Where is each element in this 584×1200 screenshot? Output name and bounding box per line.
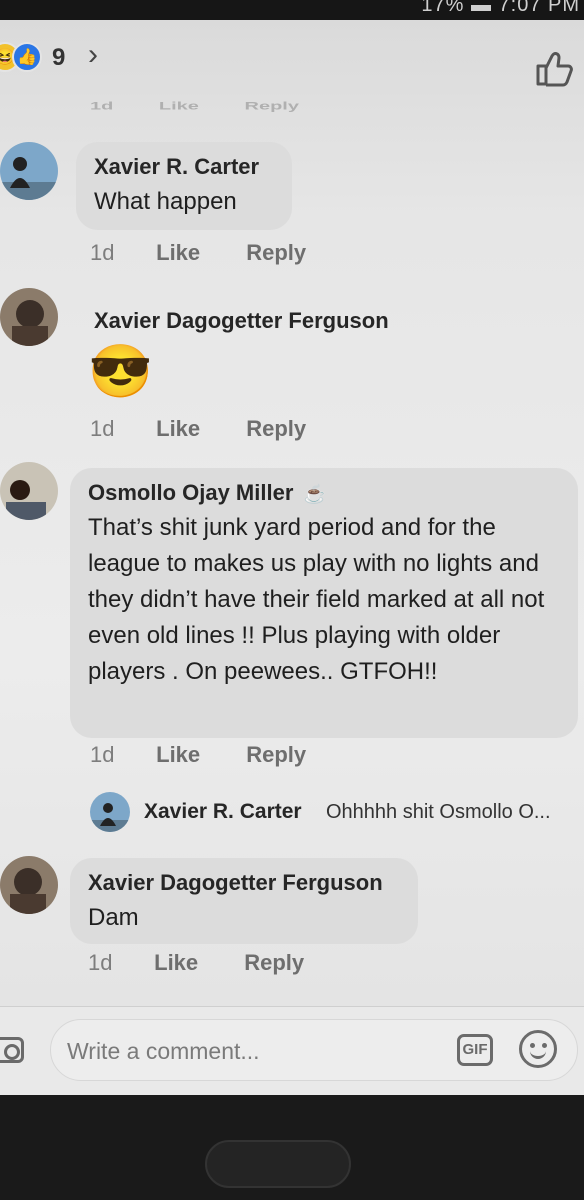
like-button[interactable]: Like [154, 950, 238, 976]
commenter-name[interactable]: Xavier Dagogetter Ferguson [94, 308, 398, 334]
like-button[interactable]: Like [156, 742, 240, 768]
comment-input[interactable]: Write a comment... GIF [50, 1019, 578, 1081]
phone-bezel [0, 1095, 584, 1200]
avatar[interactable] [0, 462, 58, 520]
reply-button[interactable]: Reply [246, 742, 306, 768]
ghost-time: 1d [90, 100, 114, 113]
avatar[interactable] [0, 142, 58, 200]
reactions-bar[interactable]: 😆 👍 9 › [0, 30, 584, 88]
comment-bubble: Osmollo Ojay Miller ☕ That’s shit junk y… [70, 468, 578, 738]
comment-header: Xavier Dagogetter Ferguson [76, 298, 416, 342]
comment-input-placeholder: Write a comment... [67, 1038, 260, 1064]
commenter-name[interactable]: Xavier R. Carter [94, 154, 274, 180]
reaction-count[interactable]: 9 [52, 44, 65, 72]
comment-emoji: 😎 [88, 343, 153, 401]
avatar-image [0, 462, 58, 520]
reply-button[interactable]: Reply [246, 416, 306, 442]
comment-text: Dam [88, 904, 139, 931]
status-text: 17% ▬ 7:07 PM [421, 0, 580, 16]
camera-icon[interactable] [0, 1037, 24, 1063]
reaction-emojis[interactable]: 😆 👍 [0, 42, 42, 72]
commenter-name[interactable]: Osmollo Ojay Miller ☕ [88, 480, 560, 506]
commenter-name[interactable]: Xavier Dagogetter Ferguson [88, 870, 400, 896]
emoji-icon[interactable] [519, 1030, 557, 1068]
reply-author-name: Xavier R. Carter [144, 800, 302, 823]
avatar[interactable] [0, 288, 58, 346]
comment-time: 1d [90, 742, 115, 767]
like-reaction-icon: 👍 [12, 42, 42, 72]
phone-screen: 17% ▬ 7:07 PM 😆 👍 9 › 1d Like Reply Xavi… [0, 0, 584, 1095]
comment-time: 1d [90, 416, 115, 441]
comment-composer: Write a comment... GIF [0, 1006, 584, 1095]
ghost-reply: Reply [244, 100, 299, 113]
comment-actions: 1d Like Reply [90, 240, 306, 266]
gif-button[interactable]: GIF [457, 1034, 493, 1066]
coffee-icon: ☕ [303, 484, 326, 504]
comment-bubble: Xavier Dagogetter Ferguson Dam [70, 858, 418, 944]
avatar-image [90, 792, 130, 832]
like-button[interactable]: Like [156, 416, 240, 442]
comment-actions: 1d Like Reply [90, 416, 306, 442]
home-button [205, 1140, 351, 1188]
chevron-right-icon[interactable]: › [88, 38, 98, 72]
avatar[interactable] [0, 856, 58, 914]
comment-text: That’s shit junk yard period and for the… [88, 514, 545, 685]
ghost-like: Like [158, 100, 199, 113]
comment-time: 1d [88, 950, 113, 975]
reply-button[interactable]: Reply [246, 240, 306, 266]
like-button[interactable]: Like [156, 240, 240, 266]
reply-button[interactable]: Reply [244, 950, 304, 976]
avatar-image [0, 142, 58, 200]
avatar [90, 792, 130, 832]
comment-actions: 1d Like Reply [90, 742, 306, 768]
status-bar: 17% ▬ 7:07 PM [0, 0, 584, 20]
comment-text: What happen [94, 188, 237, 215]
thumbs-up-icon[interactable] [534, 48, 574, 88]
ghost-meta-row: 1d Like Reply [90, 100, 339, 113]
comment-bubble: Xavier R. Carter What happen [76, 142, 292, 230]
reply-preview-text: Ohhhhh shit Osmollo O... [326, 801, 551, 823]
comment-actions: 1d Like Reply [88, 950, 304, 976]
comment-time: 1d [90, 240, 115, 265]
avatar-image [0, 288, 58, 346]
commenter-name-text: Osmollo Ojay Miller [88, 480, 294, 505]
avatar-image [0, 856, 58, 914]
